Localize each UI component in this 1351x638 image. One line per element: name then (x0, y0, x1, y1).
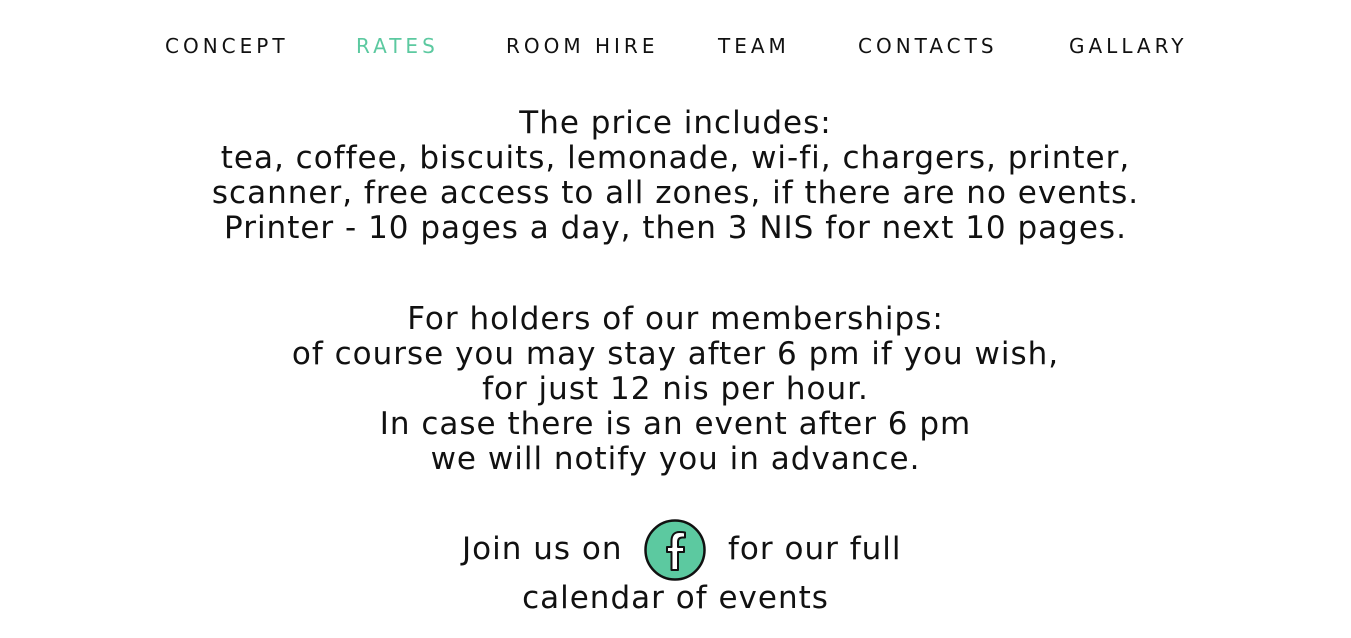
membership-line: of course you may stay after 6 pm if you… (291, 336, 1060, 372)
nav-item-room-hire[interactable]: ROOM HIRE (506, 33, 658, 59)
membership-line: we will notify you in advance. (430, 441, 921, 477)
price-includes-section: The price includes: tea, coffee, biscuit… (0, 106, 1351, 246)
nav-item-team[interactable]: TEAM (718, 33, 790, 59)
price-line: tea, coffee, biscuits, lemonade, wi-fi, … (220, 140, 1131, 176)
nav-item-gallary[interactable]: GALLARY (1069, 33, 1187, 59)
price-line: Printer - 10 pages a day, then 3 NIS for… (224, 210, 1127, 246)
join-text-before: Join us on (462, 531, 623, 567)
nav-item-contacts[interactable]: CONTACTS (858, 33, 998, 59)
nav-item-rates[interactable]: RATES (356, 33, 439, 59)
membership-heading: For holders of our memberships: (407, 301, 944, 337)
join-text-after: for our full (728, 531, 902, 567)
main-nav: CONCEPT RATES ROOM HIRE TEAM CONTACTS GA… (0, 33, 1351, 61)
join-facebook-row: Join us on for our full (0, 518, 1351, 582)
calendar-events-text: calendar of events (522, 580, 829, 616)
facebook-icon[interactable] (643, 518, 707, 582)
price-line: scanner, free access to all zones, if th… (211, 175, 1140, 211)
nav-item-concept[interactable]: CONCEPT (165, 33, 289, 59)
price-heading: The price includes: (519, 105, 832, 141)
membership-line: for just 12 nis per hour. (482, 371, 869, 407)
membership-line: In case there is an event after 6 pm (379, 406, 972, 442)
membership-section: For holders of our memberships: of cours… (0, 302, 1351, 477)
